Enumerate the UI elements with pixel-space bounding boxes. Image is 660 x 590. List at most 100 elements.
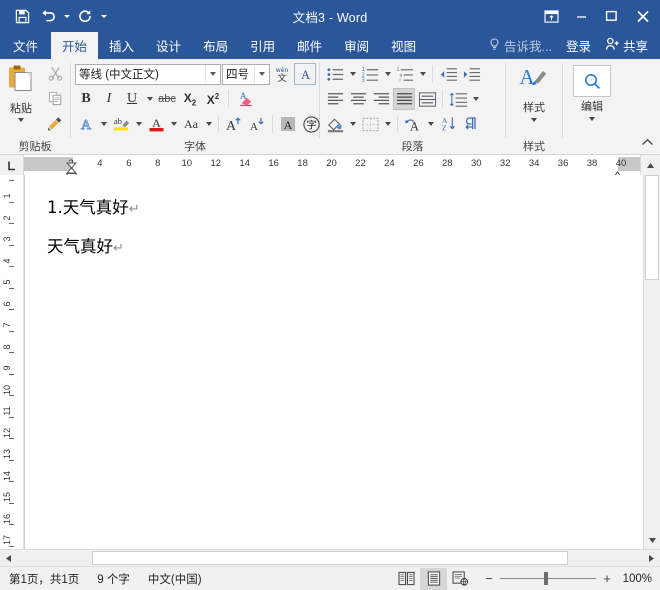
cut-icon[interactable] [48,66,63,86]
editing-dropdown-icon[interactable] [589,117,595,121]
font-name-dropdown-icon[interactable] [205,64,220,84]
text-effects-dropdown-icon[interactable] [98,113,109,135]
tab-home[interactable]: 开始 [51,32,99,59]
numbering-dropdown-icon[interactable] [382,63,393,85]
minimize-icon[interactable] [566,0,596,32]
multilevel-list-icon[interactable]: 1ai [394,63,416,85]
superscript-button[interactable]: X2 [202,88,224,110]
show-formatting-marks-icon[interactable] [460,113,482,135]
decrease-indent-icon[interactable] [437,63,459,85]
phonetic-guide-icon[interactable]: wén 文 [271,63,293,85]
zoom-out-button[interactable]: − [484,571,494,586]
change-case-button[interactable]: Aa [180,113,202,135]
copy-icon[interactable] [48,91,63,111]
zoom-in-button[interactable]: + [602,571,612,586]
font-name-combo[interactable]: 等线 (中文正文) [75,63,221,85]
page-content[interactable]: 1.天气真好↵ 天气真好↵ [25,175,643,549]
read-mode-icon[interactable] [393,568,420,590]
undo-icon[interactable] [35,4,61,28]
subscript-button[interactable]: X2 [179,88,201,110]
multilevel-list-dropdown-icon[interactable] [417,63,428,85]
font-color-dropdown-icon[interactable] [168,113,179,135]
text-highlight-icon[interactable]: ab [110,113,132,135]
vertical-ruler[interactable]: 1 2 3 4 5 6 7 8 9 10 11 12 13 14 15 16 17 [0,175,24,549]
horizontal-scroll-thumb[interactable] [92,551,568,565]
share-button[interactable]: 共享 [599,32,656,59]
bullets-dropdown-icon[interactable] [347,63,358,85]
align-center-icon[interactable] [347,88,369,110]
underline-button[interactable]: U [121,88,143,110]
save-icon[interactable] [9,4,35,28]
styles-button[interactable]: A 样式 [508,62,560,122]
format-painter-icon[interactable] [47,116,63,136]
undo-dropdown-icon[interactable] [61,4,72,28]
print-layout-icon[interactable] [420,567,447,590]
zoom-level-label[interactable]: 100% [618,573,652,585]
shading-dropdown-icon[interactable] [347,113,358,135]
grow-font-icon[interactable]: A [223,113,245,135]
collapse-ribbon-icon[interactable] [641,134,654,152]
align-right-icon[interactable] [370,88,392,110]
line-spacing-dropdown-icon[interactable] [470,88,481,110]
scroll-right-button[interactable] [643,550,660,566]
underline-dropdown-icon[interactable] [144,88,155,110]
horizontal-scroll-track[interactable] [17,550,643,566]
ruler-scroll-up-button[interactable] [640,155,660,175]
bold-button[interactable]: B [75,88,97,110]
paste-dropdown-icon[interactable] [18,118,24,122]
asian-layout-icon[interactable]: A [402,113,424,135]
page-indicator[interactable]: 第1页，共1页 [0,571,88,587]
document-page[interactable]: 1.天气真好↵ 天气真好↵ [24,175,643,549]
change-case-dropdown-icon[interactable] [203,113,214,135]
editing-button[interactable]: 编辑 [566,62,618,121]
tab-file[interactable]: 文件 [0,32,51,59]
customize-qat-icon[interactable] [98,4,109,28]
left-indent-marker[interactable] [66,167,77,175]
word-count[interactable]: 9 个字 [88,571,139,587]
ribbon-display-options-icon[interactable] [536,0,566,32]
tab-references[interactable]: 引用 [239,32,286,59]
redo-icon[interactable] [72,4,98,28]
distribute-icon[interactable] [416,88,438,110]
font-color-icon[interactable]: A [145,113,167,135]
language-indicator[interactable]: 中文(中国) [139,571,211,587]
character-border-icon[interactable]: A [294,63,316,85]
bullets-icon[interactable] [324,63,346,85]
character-shading-icon[interactable]: A [277,113,299,135]
tab-review[interactable]: 审阅 [333,32,380,59]
sort-icon[interactable]: AZ [437,113,459,135]
horizontal-scrollbar[interactable] [0,549,660,566]
vertical-scroll-track[interactable] [644,175,660,532]
scroll-left-button[interactable] [0,550,17,566]
right-indent-marker[interactable] [612,166,623,175]
numbering-icon[interactable]: 123 [359,63,381,85]
align-left-icon[interactable] [324,88,346,110]
tab-mailings[interactable]: 邮件 [286,32,333,59]
asian-layout-dropdown-icon[interactable] [425,113,436,135]
zoom-slider-track[interactable] [500,572,596,585]
document-line-1[interactable]: 1.天气真好↵ [47,198,603,218]
maximize-icon[interactable] [596,0,626,32]
strikethrough-button[interactable]: abc [156,88,178,110]
tab-stop-selector[interactable] [0,155,24,175]
text-effects-icon[interactable]: A [75,113,97,135]
close-icon[interactable] [626,0,660,32]
borders-dropdown-icon[interactable] [382,113,393,135]
sign-in-button[interactable]: 登录 [558,36,599,55]
scroll-down-button[interactable] [644,532,660,549]
tab-insert[interactable]: 插入 [98,32,145,59]
horizontal-ruler[interactable]: 246810121416182022242628303234363840 [24,155,640,175]
web-layout-icon[interactable] [447,568,474,590]
document-line-2[interactable]: 天气真好↵ [47,237,603,257]
italic-button[interactable]: I [98,88,120,110]
borders-icon[interactable] [359,113,381,135]
text-highlight-dropdown-icon[interactable] [133,113,144,135]
zoom-slider-thumb[interactable] [544,572,548,585]
shrink-font-icon[interactable]: A [246,113,268,135]
vertical-scrollbar[interactable] [643,175,660,549]
styles-dropdown-icon[interactable] [531,118,537,122]
tell-me-box[interactable]: 告诉我... [483,36,558,55]
tab-design[interactable]: 设计 [145,32,192,59]
increase-indent-icon[interactable] [460,63,482,85]
justify-icon[interactable] [393,88,415,110]
